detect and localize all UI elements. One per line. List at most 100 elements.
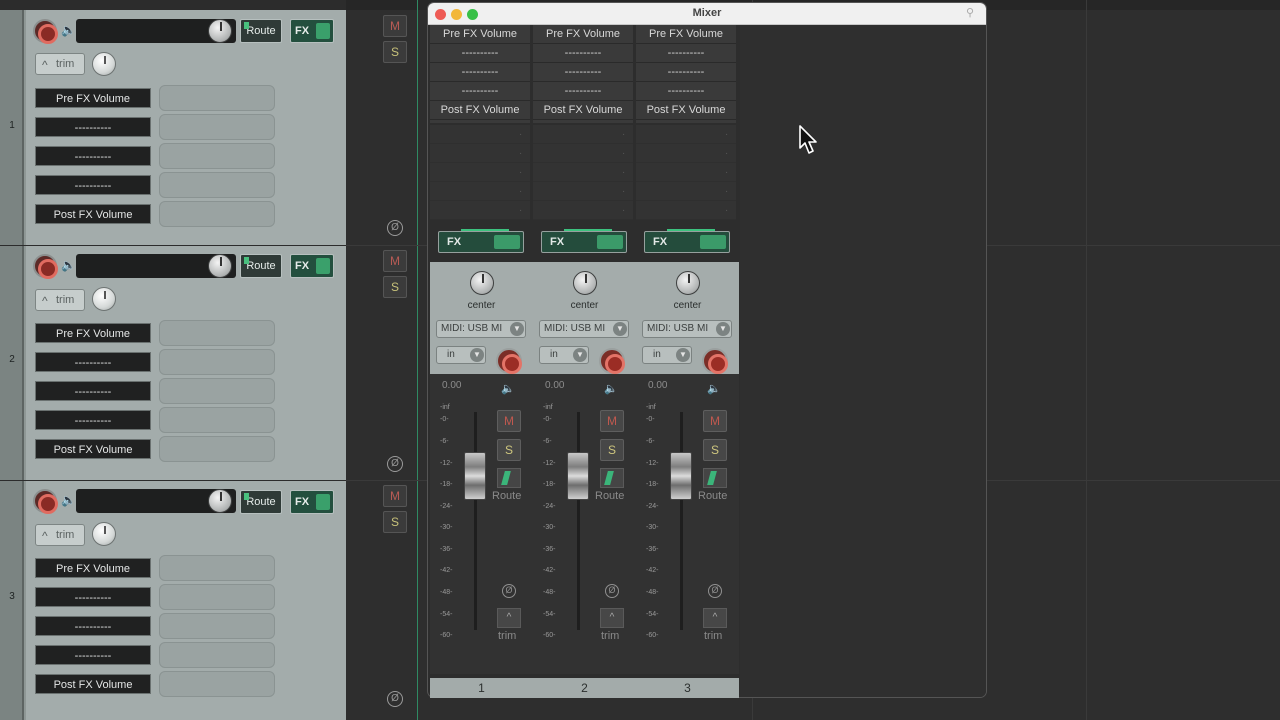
chevron-down-icon[interactable]: ▼ [613, 322, 627, 336]
track-number-column[interactable]: 1 [0, 10, 24, 245]
empty-fx-slot[interactable] [430, 163, 530, 182]
fx-bypass-icon[interactable] [316, 23, 330, 39]
trim-icon[interactable]: ^ [703, 608, 727, 628]
envelope-slot[interactable] [159, 378, 275, 404]
empty-fx-slot[interactable] [430, 125, 530, 144]
record-arm-button[interactable] [702, 348, 728, 374]
strip-number[interactable]: 1 [430, 678, 533, 698]
fx-bypass-icon[interactable] [597, 235, 623, 249]
volume-knob[interactable] [208, 489, 232, 513]
fx-list[interactable]: Pre FX Volume ---------- ---------- ----… [636, 25, 736, 123]
route-button[interactable]: Route [240, 254, 282, 278]
envelope-slot[interactable] [159, 201, 275, 227]
record-arm-button[interactable] [496, 348, 522, 374]
envelope-label[interactable]: ---------- [35, 410, 151, 430]
mixer-empty-area[interactable] [740, 25, 986, 697]
fader-track[interactable] [474, 412, 477, 630]
empty-fx-slot[interactable] [533, 144, 633, 163]
envelope-label[interactable]: ---------- [35, 645, 151, 665]
track-number-column[interactable]: 2 [0, 246, 24, 480]
envelope-slot[interactable] [159, 436, 275, 462]
volume-knob[interactable] [208, 19, 232, 43]
trim-button[interactable]: trim [35, 53, 85, 75]
route-icon[interactable] [703, 468, 727, 488]
fx-slot[interactable]: Post FX Volume [533, 101, 633, 120]
route-icon[interactable] [600, 468, 624, 488]
route-label[interactable]: Route [595, 490, 624, 502]
fx-bypass-icon[interactable] [700, 235, 726, 249]
trim-label[interactable]: trim [704, 630, 722, 642]
solo-button[interactable]: S [703, 439, 727, 461]
track-3-phase-icon[interactable]: Ø [387, 691, 403, 707]
track-2-mute-button[interactable]: M [383, 250, 407, 272]
empty-fx-slot[interactable] [430, 201, 530, 220]
envelope-slot[interactable] [159, 143, 275, 169]
envelope-label[interactable]: ---------- [35, 587, 151, 607]
fx-button[interactable]: FX [644, 229, 730, 253]
fx-bypass-icon[interactable] [316, 258, 330, 274]
volume-fader[interactable] [567, 452, 589, 500]
envelope-slot[interactable] [159, 349, 275, 375]
empty-fx-slot[interactable] [636, 182, 736, 201]
volume-knob[interactable] [208, 254, 232, 278]
speaker-icon[interactable]: 🔈 [61, 258, 76, 272]
envelope-label-post-fx[interactable]: Post FX Volume [35, 439, 151, 459]
volume-fader[interactable] [464, 452, 486, 500]
empty-fx-slot[interactable] [636, 125, 736, 144]
envelope-label-pre-fx[interactable]: Pre FX Volume [35, 558, 151, 578]
envelope-label-pre-fx[interactable]: Pre FX Volume [35, 88, 151, 108]
fx-slot[interactable]: ---------- [533, 44, 633, 63]
speaker-icon[interactable]: 🔈 [604, 382, 618, 396]
solo-button[interactable]: S [497, 439, 521, 461]
envelope-label[interactable]: ---------- [35, 175, 151, 195]
fx-slot[interactable]: ---------- [636, 82, 736, 101]
envelope-slot[interactable] [159, 613, 275, 639]
track-1-solo-button[interactable]: S [383, 41, 407, 63]
envelope-slot[interactable] [159, 320, 275, 346]
mute-button[interactable]: M [497, 410, 521, 432]
fx-slot[interactable]: ---------- [430, 63, 530, 82]
envelope-label-pre-fx[interactable]: Pre FX Volume [35, 323, 151, 343]
record-arm-button[interactable] [33, 489, 58, 514]
envelope-label[interactable]: ---------- [35, 616, 151, 636]
speaker-icon[interactable]: 🔈 [61, 493, 76, 507]
pan-knob[interactable] [470, 271, 494, 295]
fx-bypass-icon[interactable] [494, 235, 520, 249]
empty-fx-slot[interactable] [533, 125, 633, 144]
trim-label[interactable]: trim [601, 630, 619, 642]
phase-icon[interactable]: Ø [502, 584, 516, 598]
speaker-icon[interactable]: 🔈 [707, 382, 721, 396]
pan-knob[interactable] [92, 52, 116, 76]
envelope-slot[interactable] [159, 584, 275, 610]
fx-slot[interactable]: Post FX Volume [636, 101, 736, 120]
envelope-label[interactable]: ---------- [35, 381, 151, 401]
envelope-label-post-fx[interactable]: Post FX Volume [35, 674, 151, 694]
fx-button[interactable]: FX [290, 19, 334, 43]
pan-knob[interactable] [573, 271, 597, 295]
fx-slot[interactable]: Pre FX Volume [430, 25, 530, 44]
route-button[interactable]: Route [240, 19, 282, 43]
chevron-down-icon[interactable]: ▼ [573, 348, 587, 362]
speaker-icon[interactable]: 🔈 [501, 382, 515, 396]
fx-button[interactable]: FX [290, 254, 334, 278]
fader-track[interactable] [680, 412, 683, 630]
volume-readout[interactable]: 0.00 [648, 380, 667, 391]
empty-fx-slot[interactable] [533, 201, 633, 220]
trim-button[interactable]: trim [35, 524, 85, 546]
speaker-icon[interactable]: 🔈 [61, 23, 76, 37]
fx-slot[interactable]: ---------- [533, 82, 633, 101]
track-1-phase-icon[interactable]: Ø [387, 220, 403, 236]
record-arm-button[interactable] [33, 254, 58, 279]
strip-number[interactable]: 3 [636, 678, 739, 698]
fx-slot[interactable]: ---------- [636, 44, 736, 63]
route-label[interactable]: Route [492, 490, 521, 502]
envelope-label-post-fx[interactable]: Post FX Volume [35, 204, 151, 224]
track-panel-2[interactable]: 2 🔈 Route FX trim Pre FX Volume --------… [0, 246, 346, 480]
route-button[interactable]: Route [240, 490, 282, 514]
fx-button[interactable]: FX [541, 229, 627, 253]
track-3-solo-button[interactable]: S [383, 511, 407, 533]
phase-icon[interactable]: Ø [708, 584, 722, 598]
fx-slot[interactable]: ---------- [430, 44, 530, 63]
envelope-slot[interactable] [159, 671, 275, 697]
envelope-slot[interactable] [159, 407, 275, 433]
